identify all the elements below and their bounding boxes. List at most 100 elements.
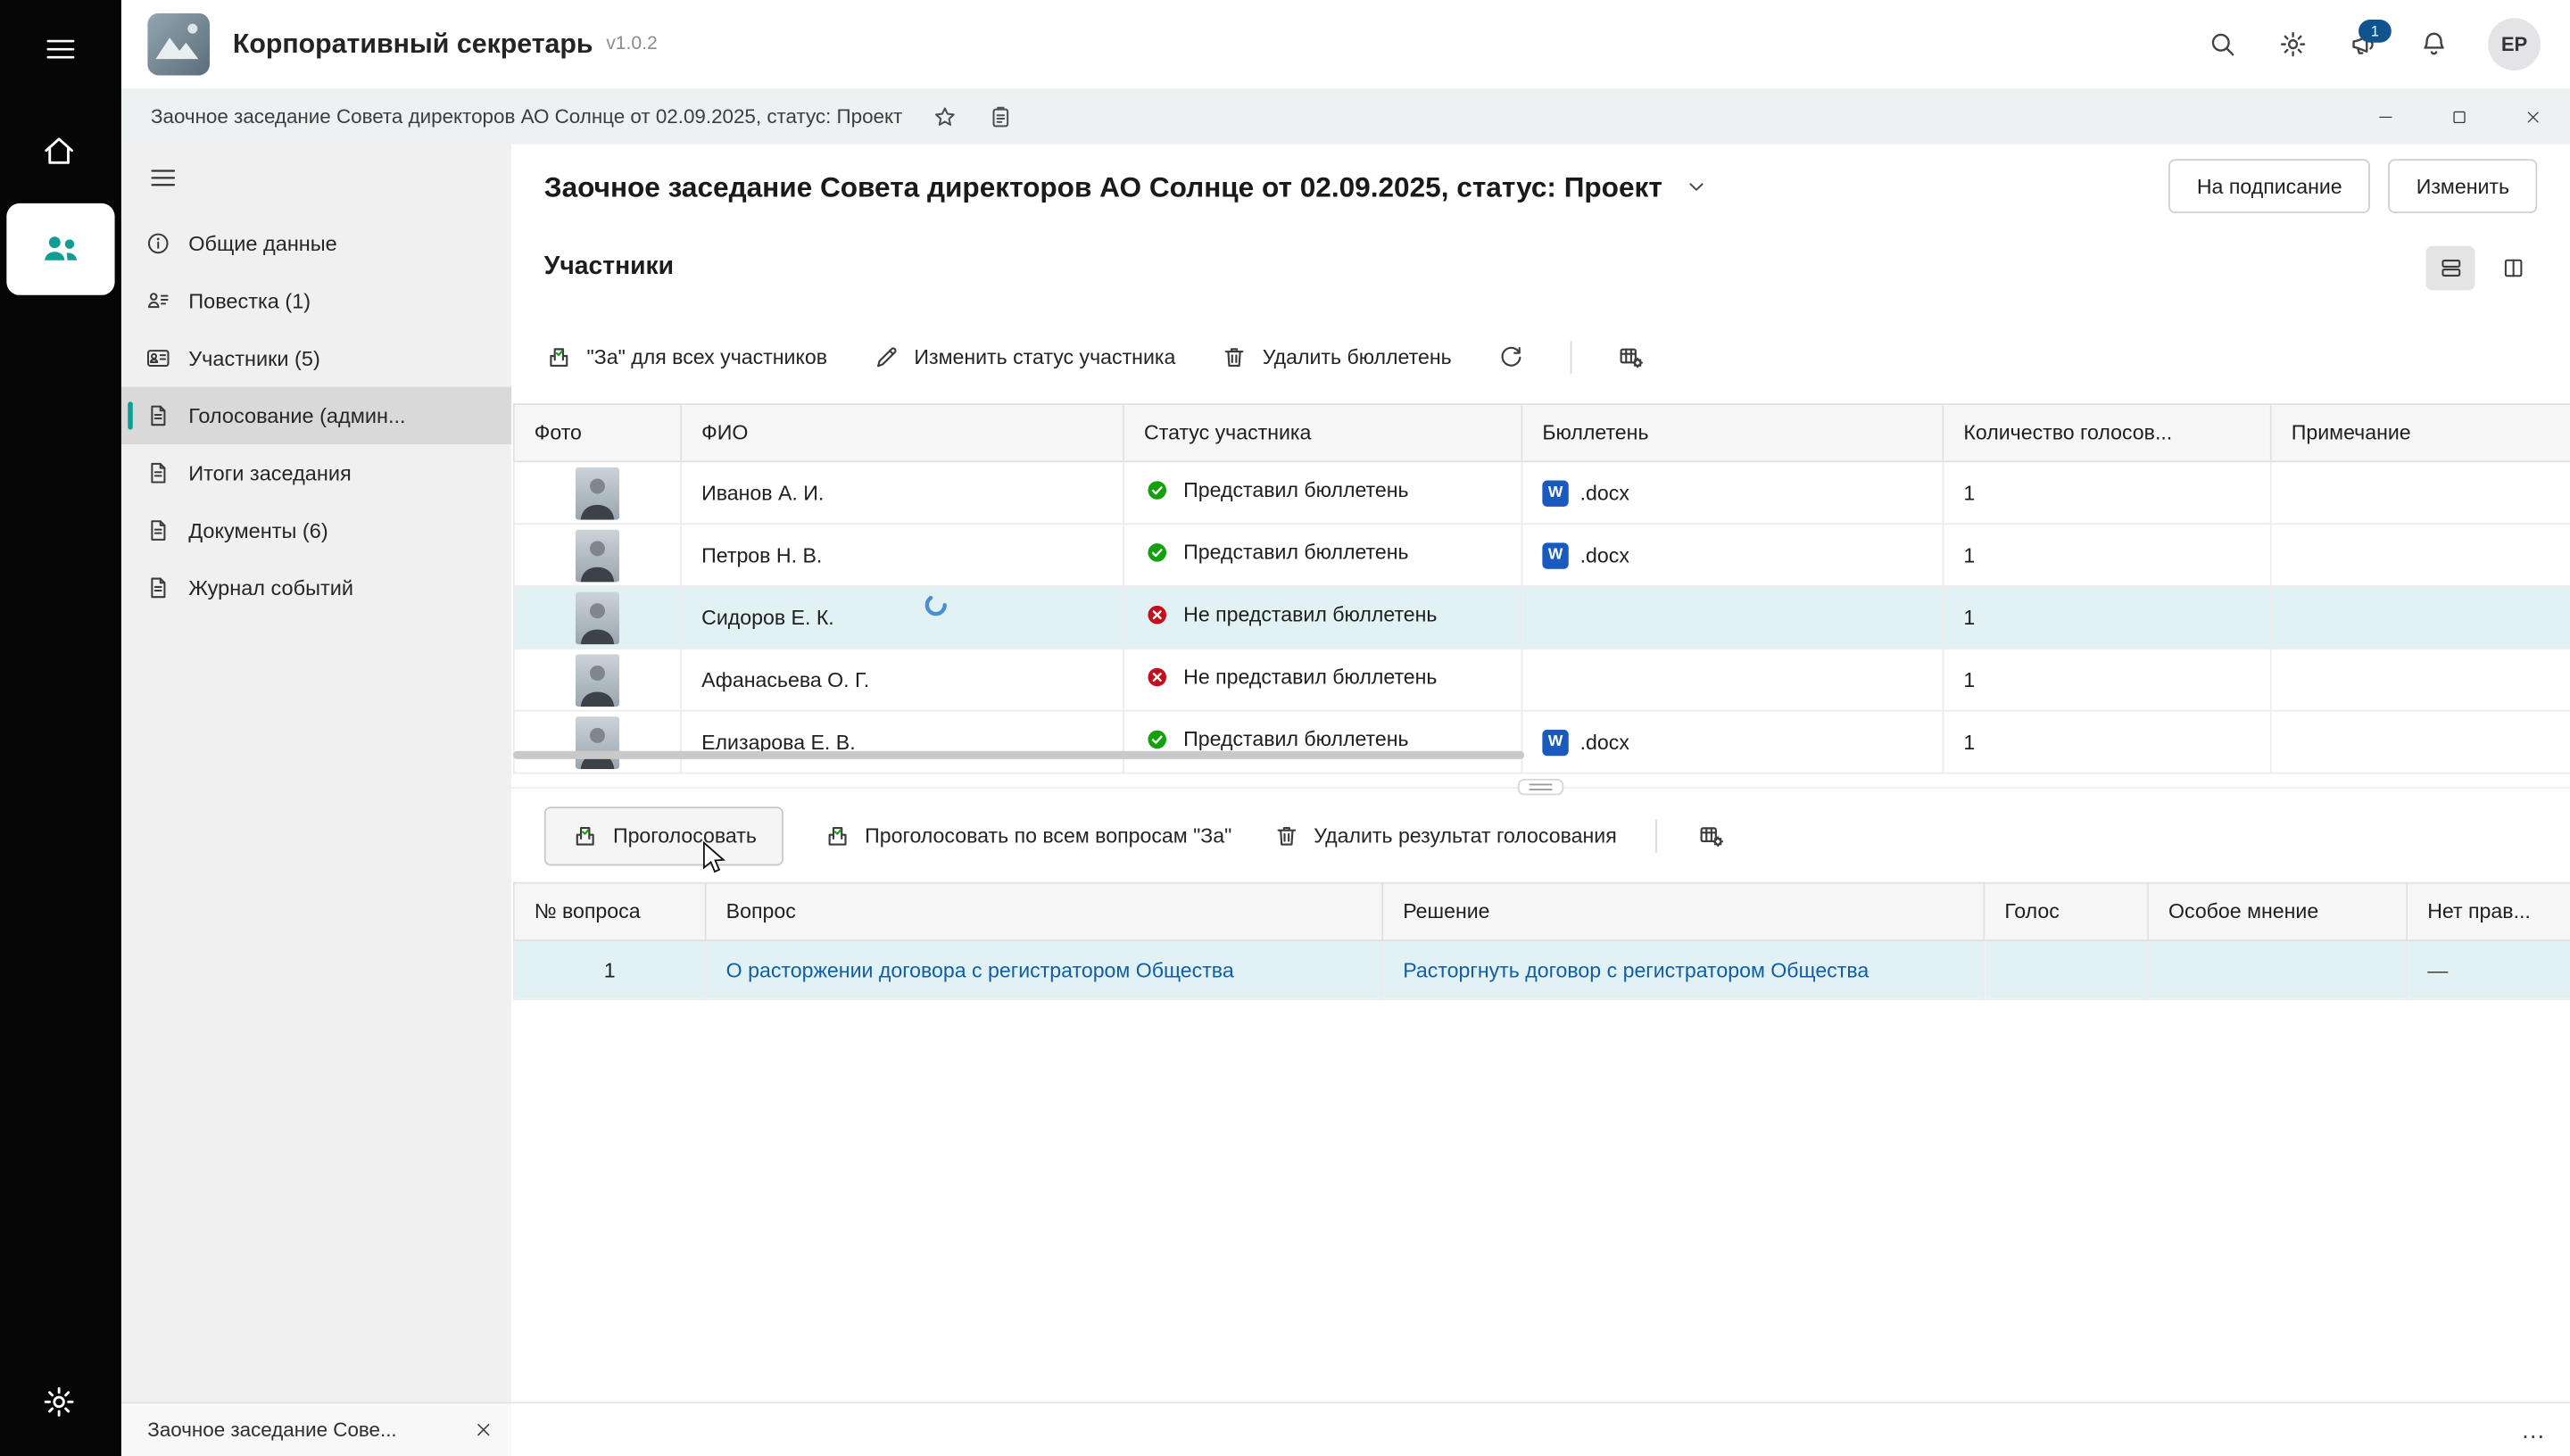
ballot-file[interactable]: W .docx	[1542, 480, 1629, 506]
col-ballot[interactable]: Бюллетень	[1521, 404, 1943, 461]
col-status[interactable]: Статус участника	[1123, 404, 1521, 461]
hscrollbar-thumb[interactable]	[513, 751, 1524, 759]
close-tab-icon[interactable]	[472, 1419, 495, 1442]
more-button[interactable]: …	[2521, 1418, 2547, 1443]
rail-item-meetings[interactable]	[6, 203, 114, 295]
sidebar-item-icon	[145, 517, 172, 544]
participant-name[interactable]: Афанасьева О. Г.	[681, 649, 1123, 711]
sidebar-item-agenda[interactable]: Повестка (1)	[121, 272, 511, 329]
delete-vote-result-button[interactable]: Удалить результат голосования	[1271, 822, 1616, 851]
note-cell	[2271, 586, 2570, 649]
sidebar-item-general[interactable]: Общие данные	[121, 215, 511, 272]
delete-ballot-button[interactable]: Удалить бюллетень	[1220, 343, 1452, 372]
splitter-grip[interactable]	[1518, 779, 1563, 795]
panel-splitter[interactable]	[511, 777, 2570, 797]
participant-status-text: Представил бюллетень	[1183, 541, 1408, 564]
participant-row[interactable]: Петров Н. В. Представил бюллетень W .doc…	[514, 524, 2570, 586]
send-for-signing-button[interactable]: На подписание	[2169, 159, 2370, 213]
participant-row[interactable]: Сидоров Е. К. Не представил бюллетень 1	[514, 586, 2570, 649]
announcements-button[interactable]: 1	[2347, 28, 2380, 61]
rail-settings-icon[interactable]	[39, 1382, 79, 1421]
view-toggles	[2425, 246, 2537, 291]
participant-row[interactable]: Иванов А. И. Представил бюллетень W .doc…	[514, 461, 2570, 524]
close-button[interactable]	[2496, 88, 2570, 144]
col-no-voting-right[interactable]: Нет прав...	[2407, 883, 2570, 940]
application-window: Корпоративный секретарь v1.0.2 1 ЕР Заоч…	[0, 0, 2570, 1456]
no-voting-right-cell: —	[2407, 940, 2570, 999]
maximize-button[interactable]	[2423, 88, 2497, 144]
vote-for-all-label: "За" для всех участников	[587, 346, 827, 369]
col-vote[interactable]: Голос	[1984, 883, 2148, 940]
sidebar-item-label: Итоги заседания	[188, 460, 351, 485]
minimize-button[interactable]	[2349, 88, 2423, 144]
sidebar-bottom-tab[interactable]: Заочное заседание Сове...	[121, 1402, 511, 1456]
col-question[interactable]: Вопрос	[706, 883, 1383, 940]
announcements-badge: 1	[2359, 20, 2392, 43]
sidebar-item-voting[interactable]: Голосование (админ...	[121, 387, 511, 444]
participants-table-body: Иванов А. И. Представил бюллетень W .doc…	[514, 461, 2570, 773]
bell-icon[interactable]	[2417, 28, 2450, 61]
table-settings-icon	[1697, 822, 1727, 851]
vote-button[interactable]: Проголосовать	[544, 807, 783, 865]
edit-button[interactable]: Изменить	[2388, 159, 2537, 213]
col-dissenting-opinion[interactable]: Особое мнение	[2148, 883, 2407, 940]
question-row[interactable]: 1 О расторжении договора с регистратором…	[514, 940, 2570, 999]
star-icon[interactable]	[931, 103, 958, 130]
search-icon[interactable]	[2206, 28, 2239, 61]
view-rows-toggle[interactable]	[2425, 246, 2475, 291]
sidebar-item-documents[interactable]: Документы (6)	[121, 501, 511, 558]
vote-for-all-button[interactable]: "За" для всех участников	[544, 343, 827, 372]
note-cell	[2271, 461, 2570, 524]
toolbar-divider	[1570, 341, 1571, 374]
col-decision[interactable]: Решение	[1382, 883, 1984, 940]
participant-status-icon	[1144, 540, 1170, 566]
note-cell	[2271, 524, 2570, 586]
participant-photo	[576, 529, 620, 582]
sidebar-item-results[interactable]: Итоги заседания	[121, 444, 511, 501]
col-note[interactable]: Примечание	[2271, 404, 2570, 461]
change-status-label: Изменить статус участника	[914, 346, 1175, 369]
settings-gear-icon[interactable]	[2276, 28, 2309, 61]
participant-photo	[576, 467, 620, 519]
sidebar-item-label: Участники (5)	[188, 346, 320, 371]
toolbar-divider	[1656, 820, 1658, 853]
clipboard-icon[interactable]	[986, 103, 1014, 130]
sidebar-item-journal[interactable]: Журнал событий	[121, 559, 511, 616]
sidebar: Общие данные Повестка (1) Участники (5) …	[121, 145, 511, 1456]
tab-title[interactable]: Заочное заседание Совета директоров АО С…	[121, 105, 902, 128]
table-settings-button[interactable]	[1697, 822, 1727, 851]
participant-name[interactable]: Иванов А. И.	[681, 461, 1123, 524]
home-icon[interactable]	[39, 131, 79, 170]
participant-name[interactable]: Сидоров Е. К.	[681, 586, 1123, 649]
vote-all-yes-button[interactable]: Проголосовать по всем вопросам "За"	[822, 822, 1231, 851]
view-columns-toggle[interactable]	[2488, 246, 2537, 291]
question-link[interactable]: О расторжении договора с регистратором О…	[726, 958, 1234, 981]
ballot-file[interactable]: W .docx	[1542, 542, 1629, 568]
col-photo[interactable]: Фото	[514, 404, 681, 461]
participant-name[interactable]: Петров Н. В.	[681, 524, 1123, 586]
global-menu-icon[interactable]	[43, 31, 79, 67]
participant-row[interactable]: Афанасьева О. Г. Не представил бюллетень…	[514, 649, 2570, 711]
vote-icon	[570, 822, 600, 851]
page-title: Заочное заседание Совета директоров АО С…	[544, 170, 1662, 204]
col-name[interactable]: ФИО	[681, 404, 1123, 461]
table-settings-button[interactable]	[1615, 343, 1645, 372]
avatar[interactable]: ЕР	[2488, 18, 2541, 70]
sidebar-item-participants[interactable]: Участники (5)	[121, 329, 511, 386]
refresh-button[interactable]	[1496, 343, 1525, 372]
col-votes[interactable]: Количество голосов...	[1943, 404, 2270, 461]
chevron-down-icon[interactable]	[1684, 174, 1710, 200]
sidebar-item-label: Голосование (админ...	[188, 403, 405, 428]
sidebar-item-label: Документы (6)	[188, 518, 327, 543]
app-header: Корпоративный секретарь v1.0.2 1 ЕР	[121, 0, 2570, 88]
sidebar-menu-icon[interactable]	[147, 162, 178, 194]
pencil-icon	[872, 343, 901, 372]
col-question-number[interactable]: № вопроса	[514, 883, 706, 940]
votes-count: 1	[1943, 524, 2270, 586]
questions-header-row: № вопроса Вопрос Решение Голос Особое мн…	[514, 883, 2570, 940]
participants-section-title: Участники	[544, 252, 674, 282]
change-status-button[interactable]: Изменить статус участника	[872, 343, 1176, 372]
note-cell	[2271, 649, 2570, 711]
decision-link[interactable]: Расторгнуть договор с регистратором Обще…	[1403, 958, 1869, 981]
vote-cell	[1984, 940, 2148, 999]
